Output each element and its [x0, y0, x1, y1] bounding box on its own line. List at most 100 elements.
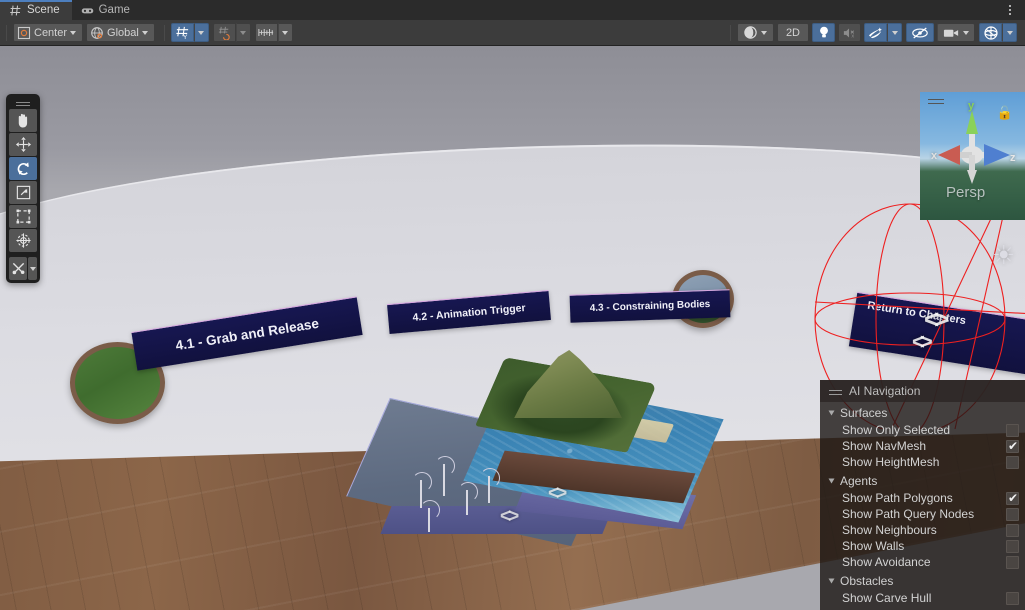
checkbox-show-path-polygons[interactable] — [1006, 491, 1019, 505]
grid-icon — [10, 5, 21, 15]
effects-icon — [868, 27, 882, 38]
snap-increment-group — [254, 23, 293, 42]
tool-palette — [6, 94, 40, 283]
lock-open-icon[interactable]: 🔓 — [997, 105, 1013, 121]
row-label: Show NavMesh — [842, 439, 927, 453]
group-obstacles[interactable]: Obstacles — [820, 572, 1025, 590]
row-label: Show Avoidance — [842, 555, 931, 569]
pivot-mode-dropdown[interactable]: Center — [13, 23, 84, 42]
checkbox-show-only-selected[interactable] — [1006, 423, 1019, 437]
snap-increment-dropdown[interactable] — [277, 23, 293, 42]
ai-navigation-header[interactable]: AI Navigation — [820, 380, 1025, 402]
globe-icon — [91, 26, 103, 39]
chevron-down-icon — [963, 30, 969, 35]
move-tool[interactable] — [9, 133, 37, 156]
scene-camera-button[interactable] — [937, 23, 975, 42]
grid-visibility-toggle[interactable]: Y — [170, 23, 194, 42]
tab-scene-label: Scene — [27, 4, 60, 16]
gizmos-dropdown[interactable] — [1002, 23, 1017, 42]
camera-icon — [943, 29, 959, 37]
ai-navigation-title: AI Navigation — [849, 384, 921, 398]
chevron-down-icon — [828, 478, 835, 484]
scene-viewport[interactable]: <> <> 4.1 - Grab and Release 4.2 - Anima… — [0, 46, 1025, 610]
handle-space-dropdown[interactable]: Global — [86, 23, 155, 42]
scene-audio-toggle[interactable]: x — [838, 23, 861, 42]
ai-navigation-overlay: AI Navigation Surfaces Show Only Selecte… — [820, 380, 1025, 610]
group-obstacles-label: Obstacles — [840, 574, 894, 588]
wind-turbine — [435, 456, 455, 496]
custom-tools-row — [9, 256, 37, 280]
tab-bar-spacer — [142, 0, 999, 20]
grid-snapping-group — [212, 23, 251, 42]
chevron-down-icon — [1006, 30, 1013, 35]
row-show-only-selected[interactable]: Show Only Selected — [820, 422, 1025, 438]
row-show-carve-hull[interactable]: Show Carve Hull — [820, 590, 1025, 606]
row-show-path-polygons[interactable]: Show Path Polygons — [820, 490, 1025, 506]
grid-axis-dropdown[interactable] — [193, 23, 209, 42]
tab-game[interactable]: Game — [72, 0, 142, 20]
view-tool[interactable] — [9, 109, 37, 132]
toolbar-right-cluster: 2D x — [724, 23, 1025, 42]
scene-view-toolbar: Center Global Y 2D x — [0, 20, 1025, 46]
row-show-navmesh[interactable]: Show NavMesh — [820, 438, 1025, 454]
custom-tools-dropdown[interactable] — [28, 257, 37, 280]
row-label: Show Only Selected — [842, 423, 951, 437]
tab-scene[interactable]: Scene — [0, 0, 72, 20]
group-surfaces[interactable]: Surfaces — [820, 404, 1025, 422]
chevron-down-icon — [760, 30, 767, 35]
row-show-neighbours[interactable]: Show Neighbours — [820, 522, 1025, 538]
gizmos-toggle[interactable] — [979, 23, 1002, 42]
pivot-center-icon — [17, 26, 31, 39]
grid-snapping-toggle[interactable] — [212, 23, 236, 42]
scene-fx-toggle[interactable] — [864, 23, 887, 42]
rotate-icon — [17, 162, 29, 176]
rotate-tool[interactable] — [9, 157, 37, 180]
row-label: Show Neighbours — [842, 523, 937, 537]
grid-snap-icon — [218, 26, 230, 40]
window-tab-bar: Scene Game — [0, 0, 1025, 20]
gizmo-axis-z-label: z — [1010, 152, 1016, 164]
checkbox-show-heightmesh[interactable] — [1006, 455, 1019, 469]
checkbox-show-walls[interactable] — [1006, 539, 1019, 553]
pivot-mode-label: Center — [34, 26, 68, 39]
row-show-avoidance[interactable]: Show Avoidance — [820, 554, 1025, 570]
panel-grip-icon[interactable] — [829, 388, 842, 395]
scene-orientation-gizmo[interactable]: y z x Persp 🔓 — [920, 92, 1025, 220]
scene-lighting-toggle[interactable] — [812, 23, 835, 42]
hidden-objects-toggle[interactable] — [906, 23, 934, 42]
toggle-2d-button[interactable]: 2D — [776, 23, 809, 42]
scale-tool[interactable] — [9, 181, 37, 204]
row-show-walls[interactable]: Show Walls — [820, 538, 1025, 554]
gizmos-group — [979, 23, 1017, 42]
rect-tool[interactable] — [9, 205, 37, 228]
chevron-down-icon — [198, 30, 205, 35]
svg-text:x: x — [851, 33, 854, 39]
snap-increment-button[interactable] — [254, 23, 278, 42]
group-agents[interactable]: Agents — [820, 472, 1025, 490]
plaque-label: 4.2 - Animation Trigger — [412, 301, 527, 324]
checkbox-show-avoidance[interactable] — [1006, 555, 1019, 569]
draw-mode-dropdown[interactable] — [736, 23, 774, 42]
transform-tool[interactable] — [9, 229, 37, 252]
row-show-heightmesh[interactable]: Show HeightMesh — [820, 454, 1025, 470]
row-show-path-query-nodes[interactable]: Show Path Query Nodes — [820, 506, 1025, 522]
custom-editor-tools[interactable] — [9, 257, 27, 280]
grid-y-axis-icon: Y — [176, 26, 188, 40]
kebab-menu-icon[interactable] — [999, 0, 1021, 20]
checkbox-show-navmesh[interactable] — [1006, 439, 1019, 453]
scene-fx-dropdown[interactable] — [887, 23, 902, 42]
checkbox-show-path-query-nodes[interactable] — [1006, 507, 1019, 521]
group-agents-label: Agents — [840, 474, 878, 488]
checkbox-show-neighbours[interactable] — [1006, 523, 1019, 537]
row-label: Show Walls — [842, 539, 905, 553]
row-label: Show Carve Hull — [842, 591, 932, 605]
svg-text:Y: Y — [183, 34, 188, 40]
tool-palette-grip[interactable] — [9, 97, 37, 108]
navmesh-link-icon: <> — [548, 483, 567, 504]
scene-fx-group — [864, 23, 902, 42]
grid-snapping-dropdown[interactable] — [235, 23, 251, 42]
gizmo-projection-label[interactable]: Persp — [946, 184, 985, 201]
checkbox-show-carve-hull[interactable] — [1006, 591, 1019, 605]
hand-icon — [18, 113, 27, 128]
wrench-screwdriver-icon — [12, 262, 24, 275]
